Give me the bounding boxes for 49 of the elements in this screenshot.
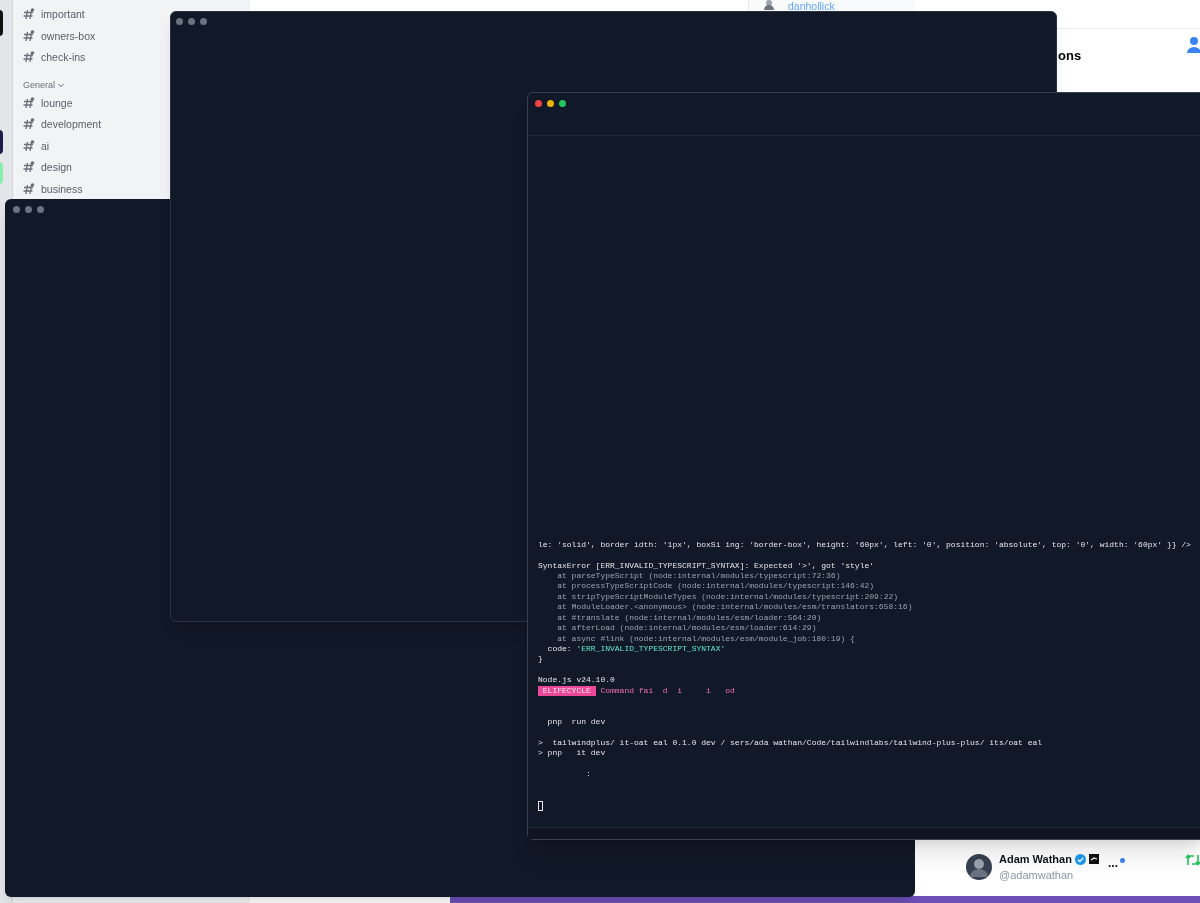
person-icon[interactable] [1187,37,1200,53]
terminal-text: > tailwindplus/ it-oat eal 0.1.0 dev / sers/ada wathan/Code/tailwindlabs/tailwind-plus-plus/ its/oat eal [538,737,1043,749]
minimize-button[interactable] [547,100,554,107]
section-header[interactable]: General [23,79,56,91]
stack-trace-line: at parseTypeScript (node:internal/modules/typescript:72:36) [556,570,841,582]
stack-trace-line: at #translate (node:internal/modules/esm/loader:564:20) [556,612,822,624]
channel-item[interactable]: ai [41,138,50,153]
channel-item[interactable]: check-ins [41,50,86,64]
terminal-cursor [538,800,543,811]
channel-item[interactable]: owners-box [41,28,96,43]
stack-trace-line: at afterLoad (node:internal/modules/esm/loader:614:29) [556,623,817,634]
channel-item[interactable]: lounge [41,96,73,110]
stack-trace-line: at ModuleLoader.<anonymous> (node:internal/modules/esm/translators:658:16) [556,602,913,613]
channel-item[interactable]: design [41,160,72,175]
stack-trace-line: at async #link (node:internal/modules/esm/module_job:180:19) { [556,633,855,644]
close-button[interactable] [535,100,542,107]
channel-item[interactable]: business [41,181,83,196]
terminal-text: le: 'solid', border idth: '1px', boxSi ing: 'border-box', height: '60px', left: '0', position: 'absolute', top: '0', width: '60px' }} /> [538,539,1191,551]
repost-icon[interactable] [1185,853,1200,867]
author-name[interactable]: Adam Wathan [999,852,1072,866]
channel-hash-icon [23,97,35,109]
channel-item[interactable]: important [41,7,85,21]
badge-icon [1088,854,1099,864]
more-menu[interactable]: ... [1108,856,1118,870]
terminal-text: } [538,654,543,665]
error-message: Command fai d i i od [599,685,735,697]
channel-hash-icon [23,51,35,63]
terminal-text: Node.js v24.10.0 [538,675,615,686]
terminal-text: : [585,769,591,780]
channel-hash-icon [23,182,35,195]
terminal-text: > pnp it dev [538,748,606,759]
terminal-text: code: [546,644,573,655]
stack-trace-line: at stripTypeScriptModuleTypes (node:internal/modules/typescript:209:22) [556,591,899,603]
stack-trace-line: at processTypeScriptCode (node:internal/modules/typescript:146:42) [556,581,875,592]
channel-hash-icon [23,161,35,174]
terminal-text: pnp run dev [546,717,606,728]
chevron-icon[interactable] [58,82,65,88]
avatar-icon [763,0,775,10]
channel-hash-icon [23,118,35,131]
terminal-string: 'ERR_INVALID_TYPESCRIPT_SYNTAX' [576,644,726,655]
page-heading: ons [1058,48,1082,64]
error-badge: ELIFECYCLE [538,685,596,697]
maximize-button[interactable] [559,100,566,107]
avatar-icon [966,854,992,880]
terminal-text: SyntaxError [ERR_INVALID_TYPESCRIPT_SYNTAX]: Expected '>', got 'style' [538,560,875,571]
channel-hash-icon [23,139,35,152]
channel-hash-icon [23,29,35,42]
channel-hash-icon [23,8,35,20]
channel-item[interactable]: development [41,117,102,132]
